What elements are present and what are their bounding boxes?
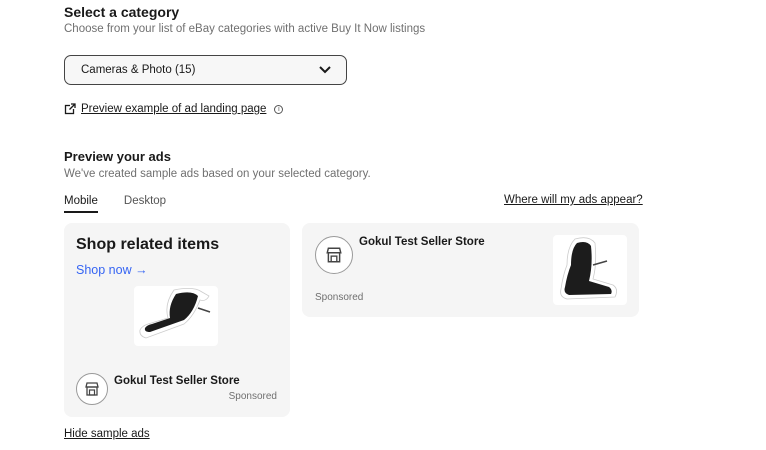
store-avatar bbox=[76, 373, 108, 405]
desktop-ad-card[interactable]: Gokul Test Seller Store Sponsored bbox=[302, 223, 639, 317]
mobile-store-name: Gokul Test Seller Store bbox=[114, 375, 240, 387]
preview-tabs: Mobile Desktop bbox=[64, 195, 166, 213]
external-link-icon bbox=[64, 103, 76, 115]
product-image[interactable] bbox=[134, 286, 218, 346]
seat-cushion-image bbox=[139, 288, 211, 339]
store-icon bbox=[85, 382, 99, 396]
store-icon bbox=[326, 247, 342, 263]
chevron-down-icon bbox=[319, 66, 331, 74]
desktop-sponsored-label: Sponsored bbox=[315, 292, 364, 303]
shop-related-heading: Shop related items bbox=[76, 236, 220, 253]
category-title: Select a category bbox=[64, 4, 180, 20]
mobile-ad-card[interactable]: Shop related items Shop now → Gokul Test… bbox=[64, 223, 290, 417]
hide-sample-ads-link[interactable]: Hide sample ads bbox=[64, 428, 150, 440]
mobile-sponsored-label: Sponsored bbox=[228, 391, 277, 402]
category-select-value: Cameras & Photo (15) bbox=[81, 64, 196, 76]
info-icon[interactable]: i bbox=[274, 104, 284, 114]
tab-desktop[interactable]: Desktop bbox=[124, 195, 166, 213]
preview-landing-page-link[interactable]: Preview example of ad landing page i bbox=[64, 103, 284, 115]
store-avatar bbox=[315, 236, 353, 274]
category-subtitle: Choose from your list of eBay categories… bbox=[64, 23, 426, 35]
preview-title: Preview your ads bbox=[64, 149, 171, 164]
product-image[interactable] bbox=[553, 235, 627, 305]
category-select[interactable]: Cameras & Photo (15) bbox=[64, 55, 347, 85]
tab-mobile[interactable]: Mobile bbox=[64, 195, 98, 213]
where-ads-appear-link[interactable]: Where will my ads appear? bbox=[504, 194, 643, 206]
shop-now-link[interactable]: Shop now → bbox=[76, 263, 148, 277]
desktop-store-name: Gokul Test Seller Store bbox=[359, 236, 485, 248]
preview-link-label: Preview example of ad landing page bbox=[81, 103, 267, 115]
preview-subtitle: We've created sample ads based on your s… bbox=[64, 168, 371, 180]
seat-cushion-image bbox=[560, 237, 617, 300]
